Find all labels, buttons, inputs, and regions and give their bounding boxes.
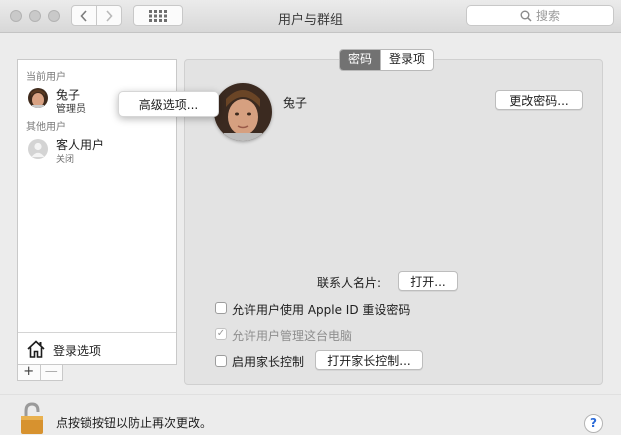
footer-divider: [0, 394, 621, 395]
avatar: [28, 88, 48, 108]
advanced-options-menu-item[interactable]: 高级选项...: [118, 91, 219, 117]
guest-user-name: 客人用户: [56, 138, 105, 152]
contact-card-label: 联系人名片:: [317, 276, 382, 290]
parental-controls-label: 启用家长控制: [232, 355, 305, 369]
parental-controls-checkbox[interactable]: [215, 355, 227, 367]
open-parental-controls-button[interactable]: 打开家长控制...: [315, 350, 423, 370]
user-display-name: 兔子: [283, 96, 308, 110]
login-options-label: 登录选项: [53, 344, 102, 358]
help-button[interactable]: ?: [584, 414, 603, 433]
search-input[interactable]: 搜索: [466, 5, 614, 26]
search-placeholder: 搜索: [535, 9, 560, 23]
tab-bar: 密码 登录项: [339, 49, 435, 71]
add-remove-bar: + —: [17, 365, 63, 381]
current-users-heading: 当前用户: [26, 72, 66, 83]
lock-icon[interactable]: [19, 402, 45, 434]
user-role: 管理员: [56, 104, 86, 115]
search-icon: [520, 10, 532, 22]
other-users-heading: 其他用户: [26, 122, 66, 133]
guest-user-status: 关闭: [56, 155, 75, 165]
user-item-guest[interactable]: 客人用户 关闭: [18, 134, 176, 166]
open-contact-card-button[interactable]: 打开...: [398, 271, 458, 291]
guest-avatar-icon: [28, 139, 48, 159]
change-password-button[interactable]: 更改密码...: [495, 90, 583, 110]
user-photo[interactable]: [214, 83, 272, 141]
login-options-item[interactable]: 登录选项: [18, 332, 176, 365]
house-icon: [27, 340, 45, 358]
allow-apple-id-checkbox[interactable]: [215, 302, 227, 314]
lock-instruction-text: 点按锁按钮以防止再次更改。: [56, 416, 213, 430]
title-bar: 用户与群组 搜索: [0, 0, 621, 33]
allow-admin-label: 允许用户管理这台电脑: [232, 329, 353, 343]
tab-login-items[interactable]: 登录项: [380, 50, 433, 70]
remove-user-button[interactable]: —: [39, 365, 63, 380]
allow-apple-id-label: 允许用户使用 Apple ID 重设密码: [232, 303, 411, 317]
add-user-button[interactable]: +: [18, 365, 40, 380]
allow-admin-checkbox[interactable]: ✓: [215, 328, 227, 340]
tab-password[interactable]: 密码: [340, 50, 381, 70]
